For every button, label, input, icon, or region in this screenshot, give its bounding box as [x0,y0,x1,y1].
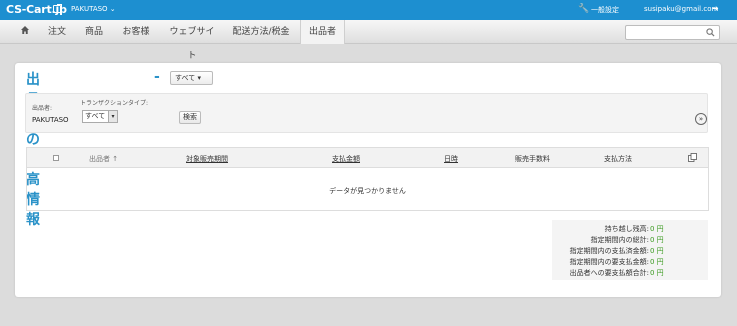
nav-item-products[interactable]: 商品 [82,20,106,44]
home-icon[interactable] [20,25,30,37]
user-email[interactable]: susipaku@gmail.com [644,5,718,13]
main-nav: 注文 商品 お客様 ウェブサイト 配送方法/税金 出品者 [0,20,737,61]
summary-row: 出品者への要支払額合計: 0 円 [552,268,708,278]
vendor-value[interactable]: PAKUTASO [32,116,69,124]
empty-message: データが見つかりません [329,187,406,195]
summary-row: 持ち越し残高: 0 円 [552,224,708,234]
balance-summary: 持ち越し残高: 0 円 指定期間内の総計: 0 円 指定期間内の支払済金額: 0… [552,220,708,280]
nav-item-orders[interactable]: 注文 [45,20,69,44]
nav-item-website[interactable]: ウェブサイト [166,20,218,61]
main-panel: 出品者の残高情報 - すべて ▾ 出品者: トランザクションタイプ: PAKUT… [15,63,721,297]
transaction-type-select[interactable]: すべて ▾ [82,110,118,123]
column-vendor[interactable]: 出品者 ↑ [89,154,118,164]
column-date[interactable]: 日時 [444,154,458,164]
table-header: 出品者 ↑ 対象販売期間 支払金額 日時 販売手数料 支払方法 [27,148,708,168]
search-button[interactable]: 検索 [179,111,201,124]
wrench-icon[interactable]: 🔧 [578,4,589,14]
column-sales-period[interactable]: 対象販売期間 [186,154,228,164]
summary-label: 指定期間内の要支払金額: [569,258,649,266]
nav-item-customers[interactable]: お客様 [118,20,154,44]
vendor-label: 出品者: [32,105,53,112]
summary-row: 指定期間内の総計: 0 円 [552,235,708,245]
column-payment-method: 支払方法 [604,155,632,163]
external-link-icon[interactable] [53,4,62,13]
search-icon [706,28,715,37]
summary-row: 指定期間内の要支払金額: 0 円 [552,257,708,267]
expand-icon[interactable]: » [695,113,707,125]
nav-item-shipping-taxes[interactable]: 配送方法/税金 [230,20,292,44]
period-select[interactable]: すべて ▾ [170,71,213,85]
column-commission: 販売手数料 [515,155,550,163]
summary-label: 出品者への要支払額合計: [569,269,649,277]
top-bar: CS-Cart.jp PAKUTASO ⌄ 🔧 一般設定 susipaku@gm… [0,0,737,20]
summary-label: 持ち越し残高: [604,225,649,233]
vendor-switcher[interactable]: PAKUTASO ⌄ [71,5,116,13]
chevron-down-icon: ▾ [108,111,117,122]
summary-label: 指定期間内の支払済金額: [569,247,649,255]
transaction-type-label: トランザクションタイプ: [80,100,149,107]
transaction-type-value: すべて [85,112,106,120]
summary-value: 0 円 [650,236,664,244]
summary-value: 0 円 [650,258,664,266]
summary-value: 0 円 [650,247,664,255]
nav-item-vendors[interactable]: 出品者 [300,20,345,44]
select-all-checkbox[interactable] [53,155,59,161]
copy-icon[interactable] [688,153,697,162]
summary-value: 0 円 [650,225,664,233]
summary-label: 指定期間内の総計: [590,236,649,244]
column-payout-amount[interactable]: 支払金額 [332,154,360,164]
search-filter: 出品者: トランザクションタイプ: PAKUTASO すべて ▾ 検索 » [25,93,708,133]
search-input[interactable] [625,25,720,40]
settings-link[interactable]: 一般設定 [591,5,619,15]
summary-value: 0 円 [650,269,664,277]
logout-icon[interactable]: ➜ [712,4,719,13]
title-separator: - [154,69,160,85]
summary-row: 指定期間内の支払済金額: 0 円 [552,246,708,256]
balance-table: 出品者 ↑ 対象販売期間 支払金額 日時 販売手数料 支払方法 データが見つかり… [26,147,709,211]
